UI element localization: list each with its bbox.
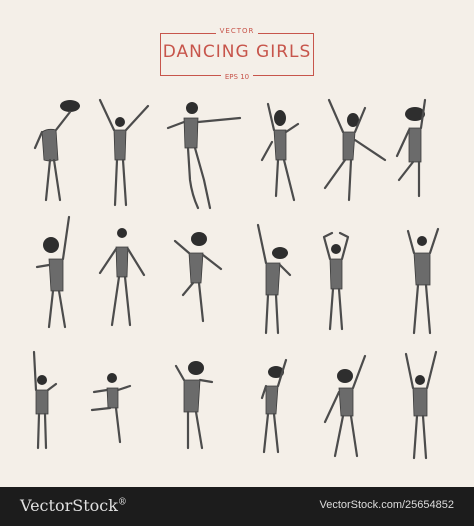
dancer-figure bbox=[404, 350, 438, 460]
dancer-figure bbox=[98, 228, 146, 327]
dancer-figure bbox=[174, 361, 214, 450]
dancer-figure bbox=[260, 102, 300, 202]
dancer-figure bbox=[173, 232, 223, 323]
dancers-illustration bbox=[32, 98, 440, 460]
dancer-figure bbox=[98, 98, 150, 207]
dancer-figure bbox=[323, 354, 367, 458]
dancer-figure bbox=[395, 98, 427, 198]
dancer-figure bbox=[323, 98, 387, 202]
illustration-canvas: VECTOR DANCING GIRLS EPS 10 bbox=[0, 0, 474, 487]
image-id: VectorStock.com/25654852 bbox=[319, 499, 454, 511]
dancer-figure bbox=[406, 227, 440, 335]
dancer-figure bbox=[166, 102, 242, 210]
vectorstock-logo: VectorStock® bbox=[20, 496, 127, 515]
dancer-figure bbox=[260, 358, 288, 454]
dancer-figure bbox=[322, 231, 350, 331]
dancer-figure bbox=[32, 350, 58, 450]
dancer-figure bbox=[256, 223, 292, 335]
dancer-figure bbox=[35, 215, 71, 329]
dancer-figure bbox=[33, 100, 80, 202]
footer-bar: VectorStock® VectorStock.com/25654852 bbox=[0, 487, 474, 526]
dancer-figure bbox=[90, 373, 132, 444]
